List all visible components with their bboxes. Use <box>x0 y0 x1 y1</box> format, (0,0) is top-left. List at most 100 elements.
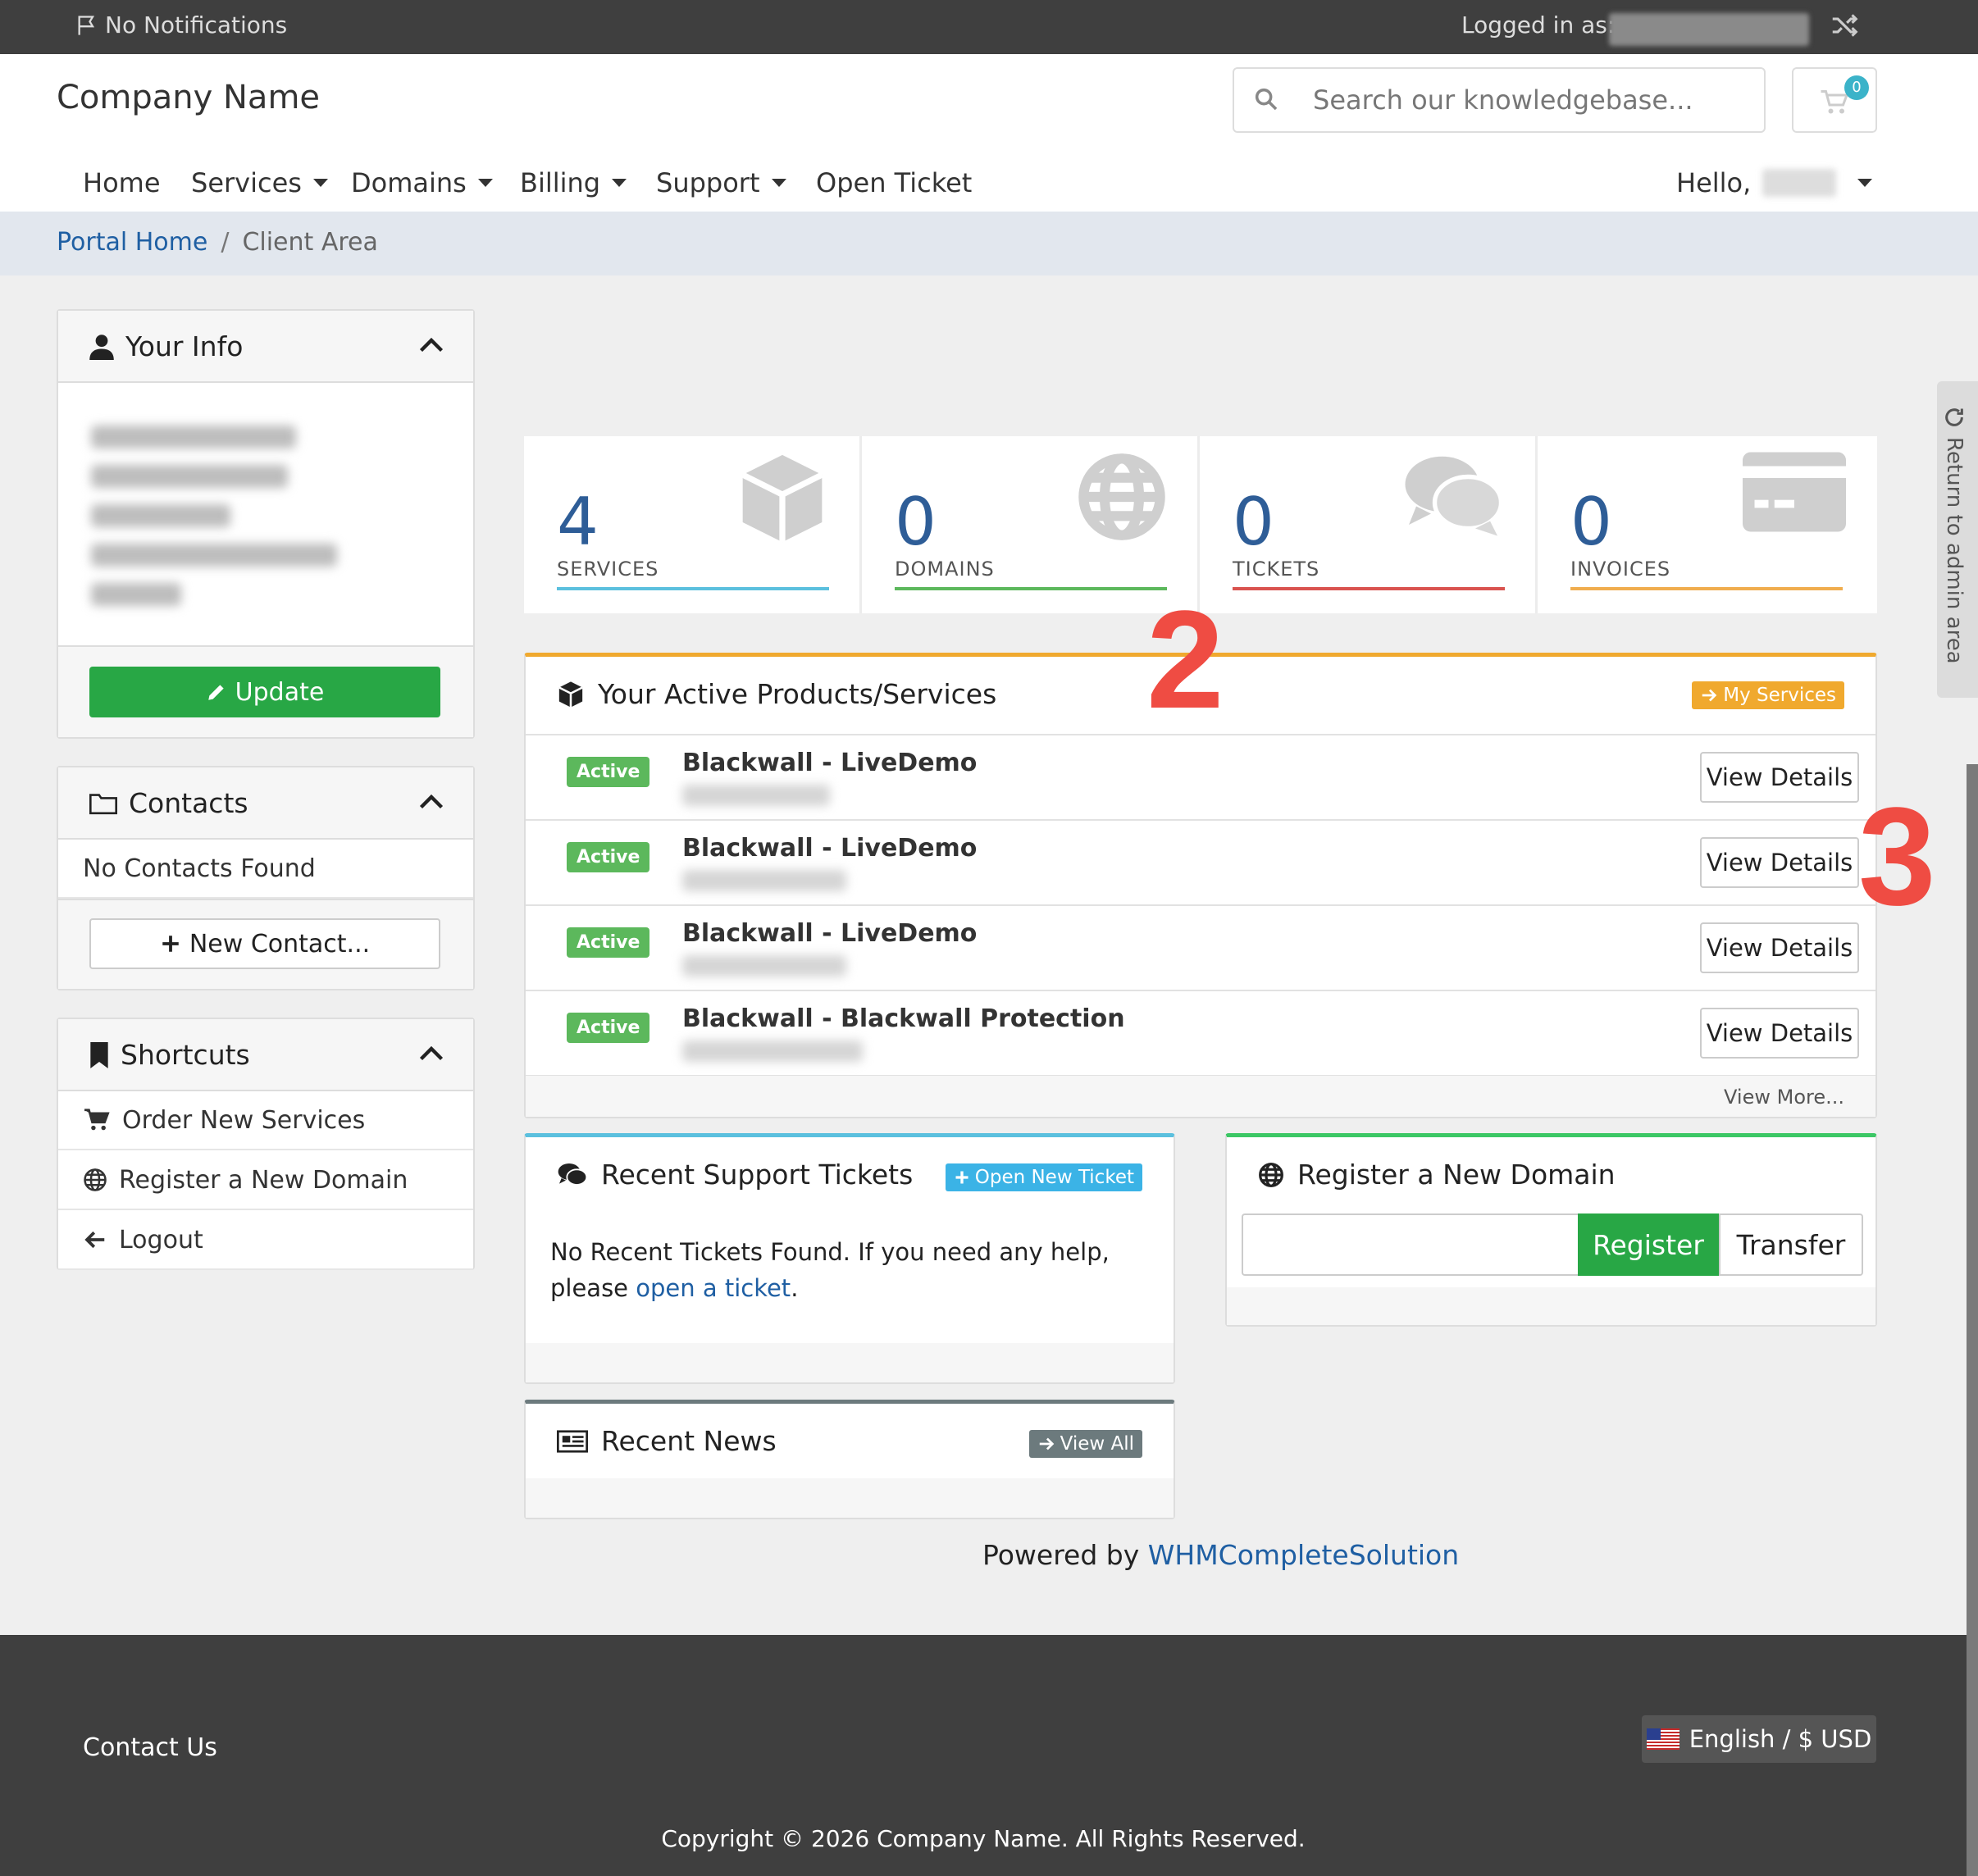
recent-news-footer <box>526 1478 1174 1518</box>
folder-icon <box>89 793 117 814</box>
nav-services-label: Services <box>191 167 302 198</box>
shopping-cart-icon <box>84 1109 110 1131</box>
plus-icon <box>955 1171 968 1184</box>
caret-down-icon <box>477 179 493 187</box>
view-details-button[interactable]: View Details <box>1700 1008 1859 1059</box>
nav-services[interactable]: Services <box>191 167 328 198</box>
nav-support-label: Support <box>656 167 760 198</box>
my-services-button[interactable]: My Services <box>1692 681 1844 709</box>
language-currency-button[interactable]: English / $ USD <box>1642 1715 1876 1763</box>
view-all-news-button[interactable]: View All <box>1028 1430 1142 1458</box>
info-city-redacted <box>91 544 337 567</box>
credit-card-icon <box>1743 452 1846 532</box>
view-details-button[interactable]: View Details <box>1700 752 1859 803</box>
stat-tickets[interactable]: 0 TICKETS <box>1200 436 1538 613</box>
search-box[interactable] <box>1233 67 1766 133</box>
view-details-button[interactable]: View Details <box>1700 922 1859 973</box>
status-badge: Active <box>567 842 650 872</box>
your-info-header[interactable]: Your Info <box>58 311 473 383</box>
stat-services-label: SERVICES <box>557 558 659 581</box>
footer: Contact Us English / $ USD Copyright © 2… <box>0 1635 1967 1876</box>
cube-icon <box>741 454 823 543</box>
nav-support[interactable]: Support <box>656 167 786 198</box>
hello-label: Hello, <box>1676 167 1752 198</box>
nav-billing[interactable]: Billing <box>520 167 627 198</box>
domain-search-input[interactable] <box>1242 1213 1579 1276</box>
nav-open-ticket-label: Open Ticket <box>816 167 973 198</box>
active-products-title: Your Active Products/Services <box>598 678 997 710</box>
nav-billing-label: Billing <box>520 167 601 198</box>
breadcrumb-current: Client Area <box>242 228 378 257</box>
caret-down-icon <box>1857 179 1873 187</box>
stat-tickets-label: TICKETS <box>1233 558 1320 581</box>
transfer-button[interactable]: Transfer <box>1719 1213 1863 1276</box>
open-new-ticket-button[interactable]: Open New Ticket <box>945 1163 1142 1191</box>
product-row[interactable]: Active Blackwall - Blackwall Protection … <box>526 991 1875 1077</box>
your-info-footer: Update <box>58 645 473 737</box>
register-domain-footer <box>1227 1287 1875 1325</box>
nav-home-label: Home <box>83 167 161 198</box>
your-info-panel: Your Info Update <box>57 309 475 739</box>
user-icon <box>89 334 114 360</box>
shortcut-register-domain[interactable]: Register a New Domain <box>58 1151 473 1210</box>
nav-domains-label: Domains <box>351 167 467 198</box>
product-row[interactable]: Active Blackwall - LiveDemo View Details <box>526 735 1875 821</box>
bookmark-icon <box>90 1041 108 1068</box>
view-details-button[interactable]: View Details <box>1700 837 1859 888</box>
open-ticket-link[interactable]: open a ticket <box>636 1274 791 1302</box>
product-row[interactable]: Active Blackwall - LiveDemo View Details <box>526 821 1875 906</box>
shortcut-logout[interactable]: Logout <box>58 1211 473 1270</box>
breadcrumb-portal-home[interactable]: Portal Home <box>57 228 207 257</box>
cart-button[interactable]: 0 <box>1792 67 1877 133</box>
product-domain-redacted <box>682 955 846 977</box>
search-input[interactable] <box>1313 82 1739 118</box>
username-redacted <box>1762 169 1837 197</box>
info-address-redacted <box>91 504 230 527</box>
active-products-footer <box>526 1076 1875 1117</box>
nav-open-ticket[interactable]: Open Ticket <box>816 167 972 198</box>
product-domain-redacted <box>682 785 830 806</box>
notifications-link[interactable]: No Notifications <box>75 11 287 39</box>
refresh-icon <box>1945 408 1963 426</box>
shortcuts-header[interactable]: Shortcuts <box>58 1019 473 1091</box>
shortcut-order-new-services[interactable]: Order New Services <box>58 1091 473 1150</box>
pencil-icon <box>207 685 224 700</box>
product-row[interactable]: Active Blackwall - LiveDemo View Details <box>526 906 1875 991</box>
stat-services[interactable]: 4 SERVICES <box>524 436 862 613</box>
annotation-number: 2 <box>1146 582 1224 738</box>
shuffle-icon[interactable] <box>1829 10 1860 41</box>
breadcrumb-separator: / <box>221 228 230 257</box>
return-to-admin-label: Return to admin area <box>1942 437 1967 664</box>
new-contact-label: New Contact... <box>189 929 371 958</box>
whmcs-link[interactable]: WHMCompleteSolution <box>1148 1539 1459 1571</box>
user-menu[interactable]: Hello, <box>1676 167 1873 198</box>
chevron-up-icon[interactable] <box>419 335 444 353</box>
new-contact-button[interactable]: New Contact... <box>89 918 440 969</box>
brand-logo[interactable]: Company Name <box>57 79 320 116</box>
nav-home[interactable]: Home <box>83 167 161 198</box>
register-button[interactable]: Register <box>1578 1213 1719 1276</box>
return-to-admin-tab[interactable]: Return to admin area <box>1937 381 1978 698</box>
chevron-up-icon[interactable] <box>419 792 444 810</box>
language-currency-label: English / $ USD <box>1689 1725 1872 1753</box>
view-all-label: View All <box>1060 1433 1134 1455</box>
recent-news-title: Recent News <box>601 1425 777 1457</box>
stat-services-value: 4 <box>557 484 599 560</box>
logged-in-username-redacted <box>1609 13 1809 46</box>
scrollbar[interactable] <box>1967 764 1978 1876</box>
plus-icon <box>162 936 179 952</box>
stat-invoices[interactable]: 0 INVOICES <box>1538 436 1875 613</box>
stat-invoices-value: 0 <box>1570 484 1612 560</box>
view-more-link[interactable]: View More... <box>1724 1086 1844 1109</box>
chevron-up-icon[interactable] <box>419 1044 444 1062</box>
contacts-header[interactable]: Contacts <box>58 767 473 840</box>
caret-down-icon <box>612 179 627 187</box>
flag-icon <box>78 15 95 35</box>
stat-domains-value: 0 <box>895 484 937 560</box>
your-info-title: Your Info <box>125 330 244 362</box>
nav-domains[interactable]: Domains <box>351 167 493 198</box>
contact-us-link[interactable]: Contact Us <box>83 1733 217 1762</box>
update-button[interactable]: Update <box>89 667 440 717</box>
my-services-label: My Services <box>1723 685 1836 706</box>
tickets-empty-message: No Recent Tickets Found. If you need any… <box>550 1234 1157 1306</box>
